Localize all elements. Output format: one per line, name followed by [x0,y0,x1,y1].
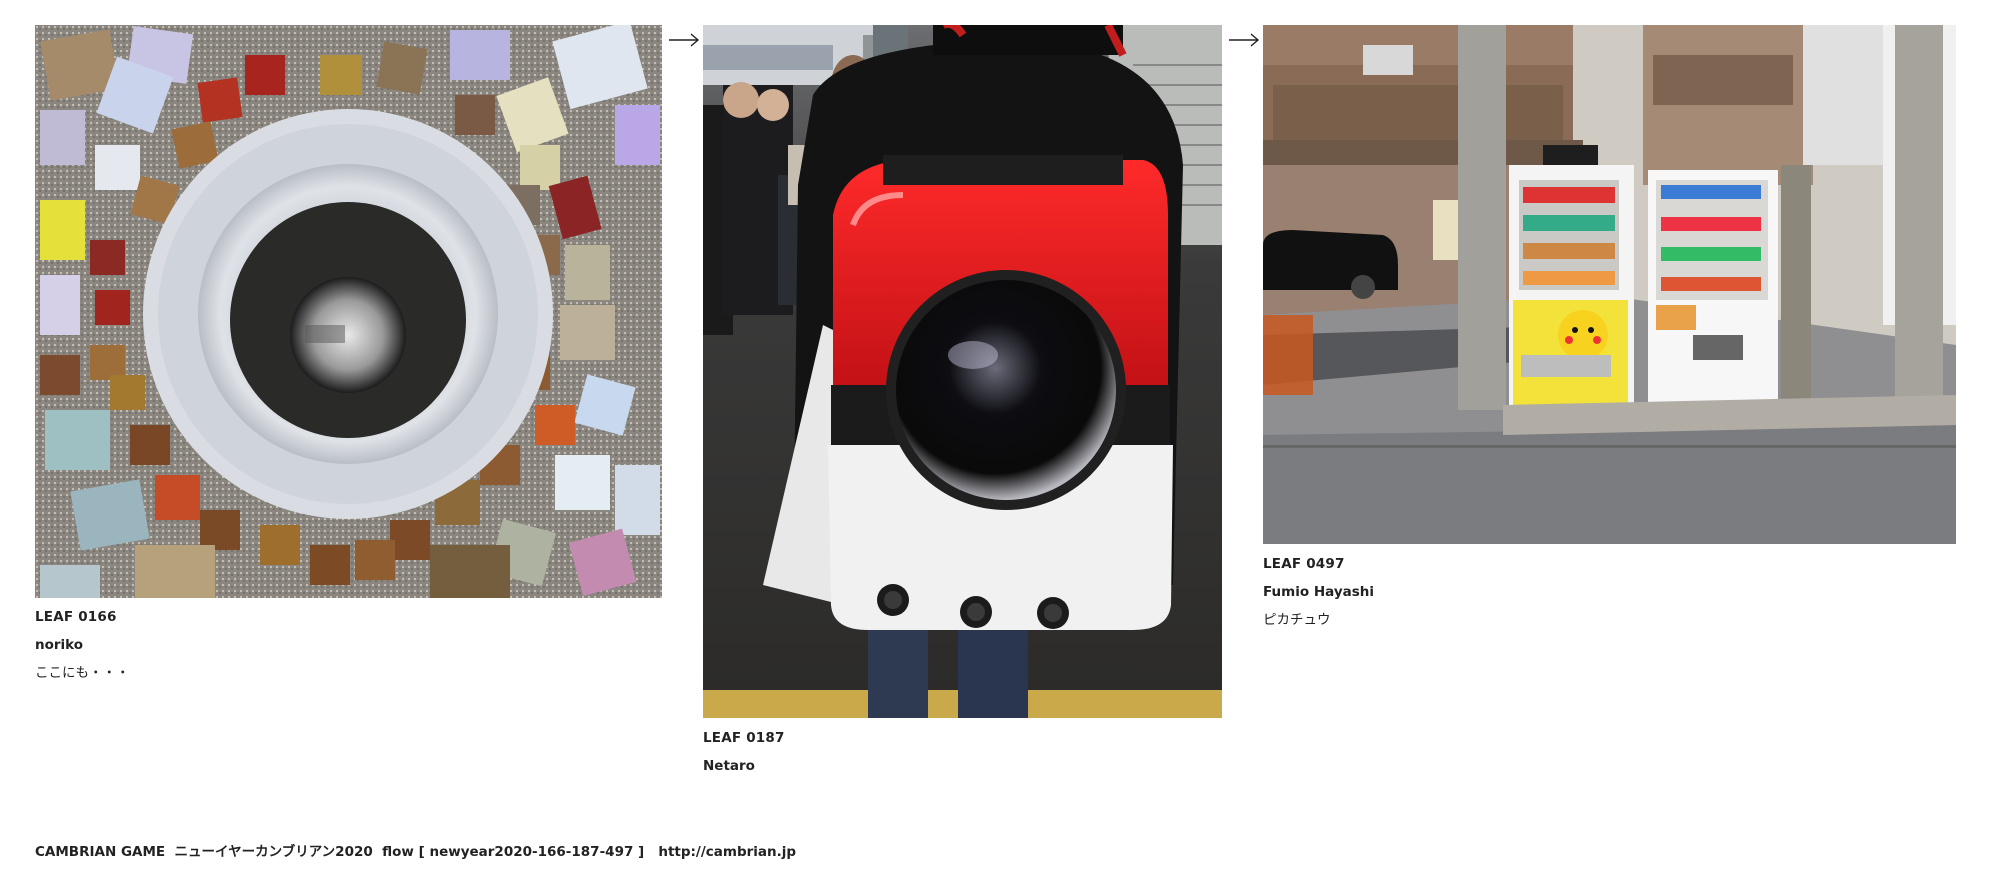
footer-text: CAMBRIAN GAME ニューイヤーカンブリアン2020 flow [ ne… [35,844,659,860]
photo-leaf-0187[interactable] [703,25,1222,718]
caption-leaf-0166: LEAF 0166 noriko ここにも・・・ [35,603,130,687]
leaf-title: ここにも・・・ [35,665,130,681]
caption-leaf-0497: LEAF 0497 Fumio Hayashi ピカチュウ [1263,550,1374,634]
leaf-title: ピカチュウ [1263,612,1331,628]
cambrian-link[interactable]: http://cambrian.jp [658,844,796,860]
caption-leaf-0187: LEAF 0187 Netaro [703,724,785,780]
photo-leaf-0497[interactable] [1263,25,1956,544]
leaf-id[interactable]: LEAF 0166 [35,603,130,631]
right-arrow-icon [1229,33,1260,47]
right-arrow-icon [669,33,700,47]
footer: CAMBRIAN GAME ニューイヤーカンブリアン2020 flow [ ne… [35,840,796,860]
author-name[interactable]: Netaro [703,752,785,780]
author-name[interactable]: noriko [35,631,130,659]
leaf-id[interactable]: LEAF 0497 [1263,550,1374,578]
photo-leaf-0166[interactable] [35,25,662,598]
leaf-id[interactable]: LEAF 0187 [703,724,785,752]
author-name[interactable]: Fumio Hayashi [1263,578,1374,606]
